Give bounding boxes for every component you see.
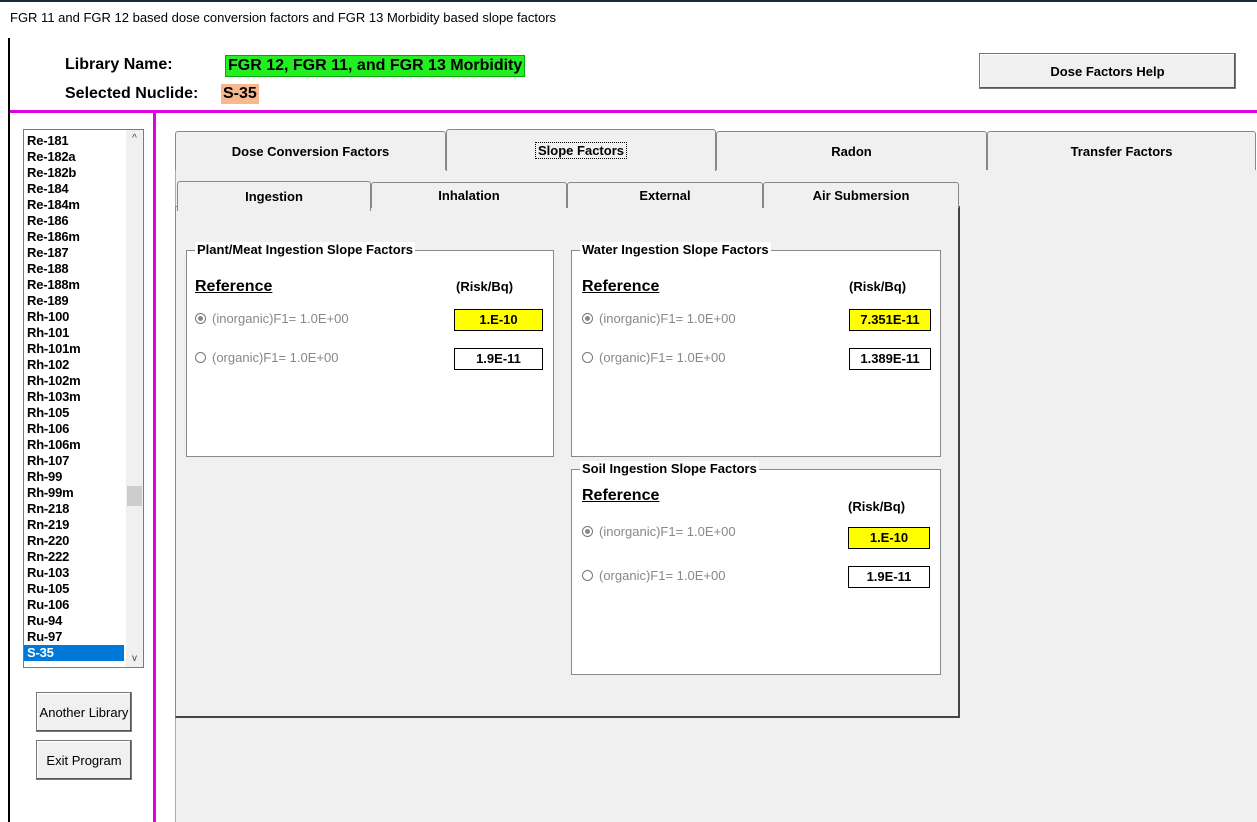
listbox-scrollbar[interactable]: ^ v (126, 130, 143, 667)
plant-meat-slope-factors-group: Plant/Meat Ingestion Slope Factors Refer… (186, 242, 554, 457)
tab-inhalation[interactable]: Inhalation (371, 182, 567, 208)
nuclide-list-item[interactable]: Rh-101m (24, 341, 124, 357)
scroll-down-icon[interactable]: v (126, 650, 143, 667)
water-inorganic-radio[interactable]: (inorganic)F1= 1.0E+00 (582, 311, 736, 326)
radio-selected-icon (195, 313, 206, 324)
water-inorganic-label: (inorganic)F1= 1.0E+00 (599, 311, 736, 326)
nuclide-list-item[interactable]: Rn-220 (24, 533, 124, 549)
window-title: FGR 11 and FGR 12 based dose conversion … (10, 10, 557, 25)
nuclide-list-item[interactable]: Ru-105 (24, 581, 124, 597)
nuclide-list-item[interactable]: Rh-99 (24, 469, 124, 485)
water-organic-label: (organic)F1= 1.0E+00 (599, 350, 726, 365)
tab-air-submersion[interactable]: Air Submersion (763, 182, 959, 208)
library-name-value: FGR 12, FGR 11, and FGR 13 Morbidity (225, 55, 526, 77)
nuclide-list-item[interactable]: Rh-103m (24, 389, 124, 405)
soil-inorganic-radio[interactable]: (inorganic)F1= 1.0E+00 (582, 524, 736, 539)
soil-unit-label: (Risk/Bq) (848, 499, 906, 514)
water-ingestion-slope-factors-group: Water Ingestion Slope Factors Reference … (571, 242, 941, 457)
tab-radon[interactable]: Radon (716, 131, 987, 170)
nuclide-list-item[interactable]: Re-186 (24, 213, 124, 229)
water-inorganic-value[interactable]: 7.351E-11 (849, 309, 931, 331)
nuclide-list-item[interactable]: Rn-222 (24, 549, 124, 565)
plant-meat-reference-heading: Reference (195, 278, 273, 295)
soil-group-title: Soil Ingestion Slope Factors (580, 461, 759, 476)
plant-meat-inorganic-radio[interactable]: (inorganic)F1= 1.0E+00 (195, 311, 349, 326)
window-left-edge (8, 38, 10, 822)
plant-meat-inorganic-value[interactable]: 1.E-10 (454, 309, 543, 331)
selected-nuclide-value: S-35 (221, 84, 259, 104)
header-divider (10, 110, 1257, 113)
nuclide-list-item[interactable]: Re-182a (24, 149, 124, 165)
nuclide-list-item[interactable]: Rh-102m (24, 373, 124, 389)
nuclide-list-item[interactable]: Re-187 (24, 245, 124, 261)
tab-dose-conversion-factors[interactable]: Dose Conversion Factors (175, 131, 446, 170)
nuclide-list-items: Re-181 Re-182a Re-182b Re-184 Re-184m Re-186 R… (24, 133, 124, 661)
nuclide-list-item[interactable]: Ru-94 (24, 613, 124, 629)
water-reference-heading: Reference (582, 278, 660, 295)
nuclide-list-item[interactable]: Rh-100 (24, 309, 124, 325)
plant-meat-organic-value[interactable]: 1.9E-11 (454, 348, 543, 370)
sidebar-divider (153, 110, 156, 822)
soil-organic-label: (organic)F1= 1.0E+00 (599, 568, 726, 583)
plant-meat-unit-label: (Risk/Bq) (456, 279, 514, 294)
radio-unselected-icon (195, 352, 206, 363)
nuclide-list-item[interactable]: Rh-107 (24, 453, 124, 469)
nuclide-list-item[interactable]: Rn-219 (24, 517, 124, 533)
nuclide-list-item[interactable]: Re-181 (24, 133, 124, 149)
water-group-title: Water Ingestion Slope Factors (580, 242, 771, 257)
soil-inorganic-value[interactable]: 1.E-10 (848, 527, 930, 549)
plant-meat-group-title: Plant/Meat Ingestion Slope Factors (195, 242, 415, 257)
scroll-up-icon[interactable]: ^ (126, 130, 143, 147)
radio-selected-icon (582, 313, 593, 324)
tab-slope-factors[interactable]: Slope Factors (446, 129, 716, 171)
soil-organic-value[interactable]: 1.9E-11 (848, 566, 930, 588)
nuclide-list-item[interactable]: Rh-101 (24, 325, 124, 341)
nuclide-list-item[interactable]: Re-182b (24, 165, 124, 181)
nuclide-list-item[interactable]: Rn-218 (24, 501, 124, 517)
another-library-button[interactable]: Another Library (36, 692, 132, 732)
soil-organic-radio[interactable]: (organic)F1= 1.0E+00 (582, 568, 725, 583)
radio-unselected-icon (582, 570, 593, 581)
nuclide-list-item[interactable]: Re-184 (24, 181, 124, 197)
soil-inorganic-label: (inorganic)F1= 1.0E+00 (599, 524, 736, 539)
nuclide-list-item[interactable]: Rh-102 (24, 357, 124, 373)
library-name-label: Library Name: (65, 56, 173, 73)
exit-program-button[interactable]: Exit Program (36, 740, 132, 780)
scroll-thumb[interactable] (127, 486, 142, 506)
tab-external[interactable]: External (567, 182, 763, 208)
radio-unselected-icon (582, 352, 593, 363)
water-organic-radio[interactable]: (organic)F1= 1.0E+00 (582, 350, 725, 365)
soil-ingestion-slope-factors-group: Soil Ingestion Slope Factors Reference (… (571, 461, 941, 675)
radio-selected-icon (582, 526, 593, 537)
nuclide-list-item[interactable]: Re-184m (24, 197, 124, 213)
tab-ingestion[interactable]: Ingestion (177, 181, 371, 211)
selected-nuclide-label: Selected Nuclide: (65, 85, 199, 102)
nuclide-list-item[interactable]: Re-186m (24, 229, 124, 245)
plant-meat-inorganic-label: (inorganic)F1= 1.0E+00 (212, 311, 349, 326)
nuclide-list-item[interactable]: Re-189 (24, 293, 124, 309)
nuclide-list-item[interactable]: Ru-106 (24, 597, 124, 613)
water-organic-value[interactable]: 1.389E-11 (849, 348, 931, 370)
nuclide-list-item[interactable]: S-35 (24, 645, 124, 661)
nuclide-list-item[interactable]: Ru-97 (24, 629, 124, 645)
nuclide-listbox[interactable]: Re-181 Re-182a Re-182b Re-184 Re-184m Re-186 R… (23, 129, 144, 668)
soil-reference-heading: Reference (582, 487, 660, 504)
nuclide-list-item[interactable]: Rh-105 (24, 405, 124, 421)
nuclide-list-item[interactable]: Rh-106 (24, 421, 124, 437)
nuclide-list-item[interactable]: Rh-99m (24, 485, 124, 501)
water-unit-label: (Risk/Bq) (849, 279, 907, 294)
tab-slope-factors-label: Slope Factors (535, 142, 627, 159)
dose-factors-help-button[interactable]: Dose Factors Help (979, 53, 1236, 89)
plant-meat-organic-radio[interactable]: (organic)F1= 1.0E+00 (195, 350, 338, 365)
tab-transfer-factors[interactable]: Transfer Factors (987, 131, 1256, 170)
plant-meat-organic-label: (organic)F1= 1.0E+00 (212, 350, 339, 365)
nuclide-list-item[interactable]: Re-188 (24, 261, 124, 277)
nuclide-list-item[interactable]: Ru-103 (24, 565, 124, 581)
nuclide-list-item[interactable]: Re-188m (24, 277, 124, 293)
nuclide-list-item[interactable]: Rh-106m (24, 437, 124, 453)
